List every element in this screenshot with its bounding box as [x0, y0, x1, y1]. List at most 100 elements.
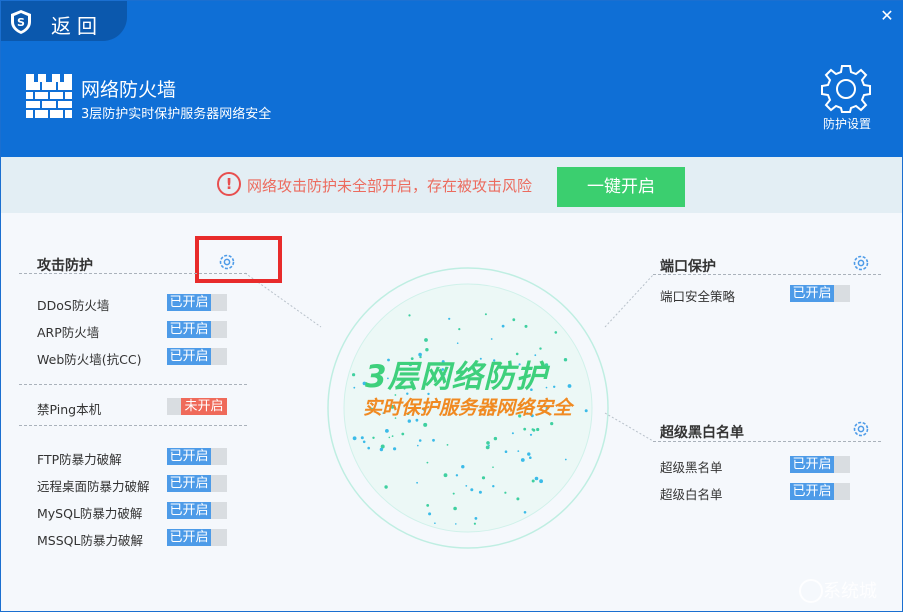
- globe-particle: [426, 504, 430, 507]
- globe-particle: [531, 479, 535, 483]
- globe-particle: [524, 324, 528, 328]
- status-badge: 已开启: [167, 321, 211, 338]
- divider: [653, 441, 881, 442]
- divider: [653, 274, 881, 275]
- globe-particle: [523, 427, 527, 431]
- globe-particle: [490, 338, 493, 340]
- globe-particle: [379, 447, 384, 452]
- row-label: ARP防火墙: [37, 325, 100, 340]
- status-badge: 已开启: [167, 502, 211, 519]
- toggle-blacklist[interactable]: 已开启: [790, 456, 850, 473]
- row-label: FTP防暴力破解: [37, 452, 122, 467]
- globe-particle: [529, 456, 532, 459]
- globe-particle: [517, 450, 520, 452]
- watermark-logo: [799, 579, 823, 603]
- globe-particle: [362, 440, 366, 444]
- globe-particle: [453, 506, 457, 511]
- globe-particle: [408, 314, 411, 317]
- globe-particle: [461, 465, 465, 469]
- globe-particle: [486, 441, 490, 445]
- toggle-whitelist[interactable]: 已开启: [790, 483, 850, 500]
- page-title: 网络防火墙: [81, 79, 177, 101]
- warning-icon: !: [217, 172, 241, 196]
- row-label: 端口安全策略: [660, 289, 736, 304]
- globe-particle: [401, 432, 405, 436]
- blackwhite-list-title: 超级黑白名单: [660, 425, 744, 441]
- attack-protection-title: 攻击防护: [37, 258, 93, 274]
- center-title: 3层网络防护: [365, 359, 548, 395]
- globe-particle: [446, 444, 449, 446]
- toggle-ping[interactable]: 未开启: [167, 398, 227, 415]
- globe-particle: [534, 476, 539, 481]
- globe-particle: [527, 452, 531, 456]
- globe-particle: [367, 446, 370, 450]
- header: S 返回 ✕ 网络防火墙 3层防护实时保护服务器网络安全 防护设置: [1, 1, 903, 157]
- globe-particle: [539, 479, 543, 484]
- globe-particle: [492, 485, 495, 488]
- toggle-web[interactable]: 已开启: [167, 348, 227, 365]
- status-badge: 已开启: [167, 448, 211, 465]
- globe-particle: [481, 476, 486, 480]
- firewall-wall-icon: [26, 74, 72, 118]
- firewall-window: S 返回 ✕ 网络防火墙 3层防护实时保护服务器网络安全 防护设置 ! 网络攻击…: [0, 0, 903, 612]
- globe-particle: [456, 342, 459, 344]
- globe-particle: [465, 485, 468, 487]
- highlight-box: [195, 236, 282, 283]
- warning-text: 网络攻击防护未全部开启，存在被攻击风险: [247, 177, 533, 195]
- globe-particle: [564, 458, 567, 461]
- globe-particle: [474, 517, 478, 520]
- settings-label[interactable]: 防护设置: [807, 115, 887, 132]
- globe-particle: [455, 474, 459, 477]
- settings-gear-icon[interactable]: [821, 65, 871, 115]
- globe-particle: [416, 481, 418, 484]
- toggle-arp[interactable]: 已开启: [167, 321, 227, 338]
- globe-particle: [353, 386, 356, 389]
- globe-particle: [432, 438, 435, 442]
- globe-particle: [484, 313, 487, 316]
- globe-particle: [385, 429, 389, 433]
- toggle-ftp[interactable]: 已开启: [167, 448, 227, 465]
- globe-particle: [516, 497, 520, 501]
- row-label: MSSQL防暴力破解: [37, 533, 143, 548]
- globe-particle: [523, 511, 527, 514]
- page-subtitle: 3层防护实时保护服务器网络安全: [81, 107, 272, 122]
- row-label: 超级白名单: [660, 487, 723, 502]
- globe-particle: [563, 358, 568, 362]
- globe-particle: [360, 436, 364, 440]
- close-icon[interactable]: ✕: [878, 7, 896, 25]
- center-subtitle: 实时保护服务器网络安全: [363, 397, 573, 419]
- toggle-ddos[interactable]: 已开启: [167, 294, 227, 311]
- globe-particle: [511, 432, 514, 435]
- toggle-mssql[interactable]: 已开启: [167, 529, 227, 546]
- globe-particle: [443, 473, 448, 478]
- enable-all-button[interactable]: 一键开启: [557, 167, 685, 207]
- globe-particle: [455, 523, 457, 525]
- globe-particle: [493, 436, 498, 441]
- globe-particle: [529, 433, 533, 436]
- globe-particle: [417, 444, 419, 447]
- status-badge: 已开启: [790, 285, 834, 302]
- globe-particle: [391, 435, 394, 437]
- globe-particle: [531, 428, 534, 431]
- toggle-port-policy[interactable]: 已开启: [790, 285, 850, 302]
- status-badge: 已开启: [790, 456, 834, 473]
- globe-particle: [512, 318, 516, 322]
- globe-particle: [424, 338, 428, 342]
- globe-particle: [452, 492, 455, 495]
- globe-particle: [423, 422, 428, 427]
- globe-particle: [536, 427, 540, 432]
- divider: [19, 273, 247, 274]
- globe-particle: [428, 512, 432, 516]
- toggle-mysql[interactable]: 已开启: [167, 502, 227, 519]
- globe-particle: [553, 385, 556, 388]
- row-label: 远程桌面防暴力破解: [37, 479, 150, 494]
- toggle-rdp[interactable]: 已开启: [167, 475, 227, 492]
- back-button[interactable]: S 返回: [1, 1, 127, 41]
- gear-icon[interactable]: [852, 254, 870, 272]
- status-badge: 已开启: [167, 348, 211, 365]
- globe-particle: [458, 328, 461, 331]
- globe-particle: [448, 317, 451, 320]
- gear-icon[interactable]: [852, 420, 870, 438]
- globe-particle: [388, 436, 391, 439]
- divider: [19, 384, 247, 385]
